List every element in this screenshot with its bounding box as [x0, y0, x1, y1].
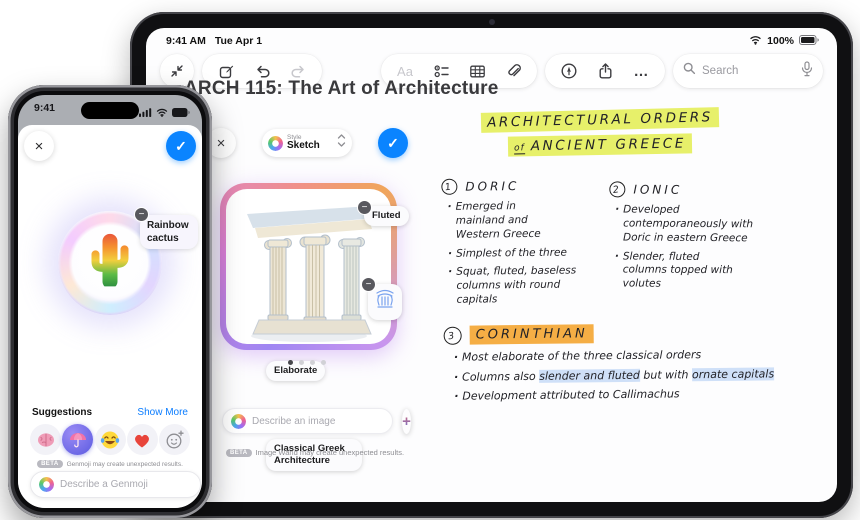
image-wand-confirm-button[interactable]: ✓: [378, 128, 408, 158]
corinthian-bullet: Columns also slender and fluted but with…: [454, 366, 789, 385]
markup-pencil-button[interactable]: [553, 57, 585, 85]
cellular-signal-icon: [139, 104, 152, 122]
corinthian-bullet: Most elaborate of the three classical or…: [454, 347, 784, 365]
genmoji-close-button[interactable]: ×: [24, 131, 54, 161]
result-page-dots[interactable]: [288, 360, 326, 365]
beta-text: Genmoji may create unexpected results.: [66, 460, 183, 468]
doric-bullet: Squat, fluted, baseless columns with rou…: [448, 265, 578, 308]
genmoji-description-chip[interactable]: Rainbow cactus: [140, 215, 198, 249]
suggestion-emoji-row: [30, 424, 190, 455]
ionic-name: IONIC: [633, 182, 683, 197]
iphone-genmoji-sheet: 9:41 × ✓ Rainbow cactus − Suggestions Sh…: [18, 95, 202, 508]
iphone-device: 9:41 × ✓ Rainbow cactus − Suggestions Sh…: [8, 85, 212, 518]
suggestions-label: Suggestions: [32, 407, 93, 418]
image-prompt-input[interactable]: [252, 415, 384, 427]
brain-emoji-button[interactable]: [30, 424, 61, 455]
dynamic-island: [81, 102, 139, 119]
search-input[interactable]: [702, 65, 795, 77]
corinthian-section: 3 CORINTHIAN Most elaborate of the three …: [442, 322, 797, 409]
doric-section: 1 DORIC Emerged in mainland and Western G…: [440, 177, 608, 313]
genmoji-confirm-button[interactable]: ✓: [166, 131, 196, 161]
remove-fluted-button[interactable]: −: [357, 200, 372, 215]
ionic-section: 2 IONIC Developed contemporaneously with …: [608, 180, 796, 297]
umbrella-emoji-button[interactable]: [62, 424, 94, 455]
dictation-mic-icon[interactable]: [801, 60, 813, 82]
handwritten-notes: ARCHITECTURAL ORDERS of ANCIENT GREECE 1D…: [440, 107, 837, 502]
ipad-front-camera: [488, 19, 495, 25]
doric-bullet: Emerged in mainland and Western Greece: [448, 200, 566, 243]
image-wand-icon: [231, 413, 246, 429]
genmoji-prompt-input[interactable]: [60, 479, 192, 490]
ipad-device: 9:41 AM Tue Apr 1 100% Aa … Search ARCH …: [130, 12, 853, 518]
laughing-tears-emoji-button[interactable]: [94, 424, 126, 455]
iphone-status-bar: 9:41: [18, 100, 202, 119]
remove-sketch-button[interactable]: −: [361, 277, 376, 292]
apple-intelligence-icon: [39, 477, 54, 492]
new-genmoji-button[interactable]: [159, 424, 190, 455]
image-prompt-field[interactable]: [222, 408, 393, 434]
battery-percent: 100%: [767, 35, 794, 47]
notes-heading-line2: of ANCIENT GREECE: [452, 133, 748, 157]
red-heart-emoji-button[interactable]: [126, 424, 158, 455]
doric-bullet: Simplest of the three: [448, 246, 568, 261]
wifi-icon: [156, 104, 168, 122]
page-dot[interactable]: [310, 360, 315, 365]
stage: 9:41 AM Tue Apr 1 100% Aa … Search ARCH …: [0, 0, 860, 520]
doric-number: 1: [440, 177, 459, 196]
ipad-clock: 9:41 AM: [166, 35, 206, 47]
rainbow-cactus-emoji: [87, 232, 133, 291]
beta-badge: BETA: [226, 448, 252, 457]
page-dot[interactable]: [321, 360, 326, 365]
image-wand-style-icon: [268, 135, 283, 151]
page-dot[interactable]: [299, 360, 304, 365]
corinthian-name: CORINTHIAN: [469, 324, 594, 345]
genmoji-beta-note: BETA Genmoji may create unexpected resul…: [18, 460, 202, 468]
beta-badge: BETA: [37, 460, 63, 468]
ionic-bullet: Slender, fluted columns topped with volu…: [615, 250, 743, 292]
ipad-status-bar: 9:41 AM Tue Apr 1 100%: [166, 34, 819, 48]
notes-heading-line1: ARCHITECTURAL ORDERS: [452, 107, 748, 133]
ionic-bullet: Developed contemporaneously with Doric i…: [615, 203, 755, 246]
page-dot[interactable]: [288, 360, 293, 365]
beta-text: Image Wand may create unexpected results…: [255, 448, 405, 457]
style-picker[interactable]: Style Sketch: [262, 129, 352, 157]
attachment-button[interactable]: [497, 57, 529, 85]
search-icon: [683, 62, 696, 80]
remove-description-button[interactable]: −: [134, 207, 149, 222]
column-sketch-icon: [373, 287, 397, 317]
more-button[interactable]: …: [625, 57, 657, 85]
search-field[interactable]: [673, 54, 823, 88]
doric-name: DORIC: [465, 179, 520, 194]
show-more-button[interactable]: Show More: [137, 407, 188, 418]
corinthian-bullet: Development attributed to Callimachus: [454, 387, 754, 405]
highlighted-phrase: slender and fluted: [539, 368, 640, 383]
ipad-notes-app: 9:41 AM Tue Apr 1 100% Aa … Search ARCH …: [146, 28, 837, 502]
note-title: ARCH 115: The Art of Architecture: [184, 78, 499, 99]
ipad-date: Tue Apr 1: [214, 35, 263, 47]
genmoji-prompt-field[interactable]: [30, 471, 201, 498]
battery-icon: [172, 104, 190, 122]
battery-icon: [799, 34, 819, 48]
ionic-number: 2: [608, 180, 627, 199]
genmoji-sheet: × ✓ Rainbow cactus − Suggestions Show Mo…: [18, 125, 202, 508]
style-value: Sketch: [287, 140, 320, 152]
wifi-icon: [749, 34, 762, 48]
iphone-clock: 9:41: [34, 102, 56, 114]
image-wand-beta-note: BETA Image Wand may create unexpected re…: [226, 448, 404, 457]
add-image-button[interactable]: +: [401, 408, 412, 435]
share-button[interactable]: [589, 57, 621, 85]
highlighted-phrase: ornate capitals: [691, 366, 775, 381]
chevron-up-down-icon: [337, 134, 346, 152]
corinthian-number: 3: [442, 325, 463, 346]
